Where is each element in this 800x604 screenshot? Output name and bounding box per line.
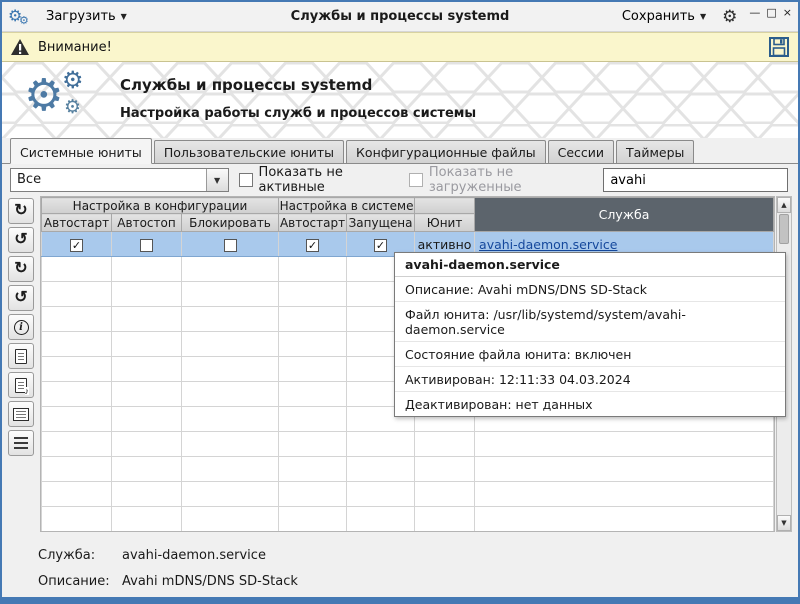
dependencies-list-icon	[14, 437, 28, 449]
window-controls: — □ ×	[749, 7, 792, 18]
status-bar: Служба: avahi-daemon.service Описание: A…	[2, 532, 798, 594]
app-gears-icon: ⚙ ⚙	[8, 6, 32, 28]
column-header-unit[interactable]: Юнит	[415, 214, 475, 232]
table-row[interactable]	[42, 457, 774, 482]
running-checkbox[interactable]: ✓	[374, 239, 387, 252]
chevron-down-icon: ▼	[121, 12, 127, 21]
page-subtitle: Настройка работы служб и процессов систе…	[120, 106, 476, 121]
scroll-up-button[interactable]: ▲	[777, 197, 791, 213]
load-menu-label: Загрузить	[46, 9, 116, 24]
group-header-config: Настройка в конфигурации	[42, 198, 279, 214]
tooltip-unit-file: Файл юнита: /usr/lib/systemd/system/avah…	[395, 302, 785, 342]
titlebar: ⚙ ⚙ Загрузить ▼ Службы и процессы system…	[2, 2, 798, 32]
refresh-button[interactable]: ↻	[8, 198, 34, 224]
status-service-label: Служба:	[38, 548, 122, 563]
tab-sessions[interactable]: Сессии	[548, 140, 614, 163]
unit-filter-combobox[interactable]: Все ▼	[10, 168, 229, 192]
tab-system-units[interactable]: Системные юниты	[10, 138, 152, 164]
service-link[interactable]: avahi-daemon.service	[479, 237, 617, 252]
settings-gear-icon[interactable]: ⚙	[722, 7, 737, 27]
restart-unit-button[interactable]: ↻	[8, 256, 34, 282]
group-header-system: Настройка в системе	[279, 198, 415, 214]
combobox-value: Все	[11, 169, 206, 191]
column-header-autostart-system[interactable]: Автостарт	[279, 214, 347, 232]
tooltip-description: Описание: Avahi mDNS/DNS SD-Stack	[395, 277, 785, 302]
tooltip-deactivated: Деактивирован: нет данных	[395, 392, 785, 416]
tooltip-title: avahi-daemon.service	[395, 253, 785, 277]
status-description-label: Описание:	[38, 574, 122, 589]
log-icon	[13, 408, 29, 421]
chevron-down-icon[interactable]: ▼	[206, 169, 228, 191]
warning-label: Внимание!	[38, 40, 112, 55]
minimize-button[interactable]: —	[749, 7, 760, 18]
tab-timers[interactable]: Таймеры	[616, 140, 694, 163]
table-row[interactable]	[42, 482, 774, 507]
restart-unit-icon: ↻	[14, 261, 27, 277]
tooltip-unit-file-state: Состояние файла юнита: включен	[395, 342, 785, 367]
column-header-autostop[interactable]: Автостоп	[112, 214, 182, 232]
journal-icon: ♪	[15, 378, 27, 393]
reload-daemon-icon: ↺	[14, 232, 27, 248]
app-window: ⚙ ⚙ Загрузить ▼ Службы и процессы system…	[0, 0, 800, 604]
log-button[interactable]	[8, 401, 34, 427]
undo-icon: ↺	[14, 290, 27, 306]
tab-bar: Системные юниты Пользовательские юниты К…	[2, 138, 798, 164]
tab-user-units[interactable]: Пользовательские юниты	[154, 140, 344, 163]
refresh-icon: ↻	[14, 203, 27, 219]
reload-daemon-button[interactable]: ↺	[8, 227, 34, 253]
scroll-down-button[interactable]: ▼	[777, 515, 791, 531]
filter-bar: Все ▼ Показать не активные Показать не з…	[2, 164, 798, 196]
column-header-running[interactable]: Запущена	[347, 214, 415, 232]
save-file-icon[interactable]	[768, 36, 790, 58]
autostart-config-checkbox[interactable]: ✓	[70, 239, 83, 252]
window-title: Службы и процессы systemd	[238, 9, 562, 24]
column-header-block[interactable]: Блокировать	[182, 214, 279, 232]
column-header-autostart-config[interactable]: Автостарт	[42, 214, 112, 232]
unit-file-button[interactable]	[8, 343, 34, 369]
checkbox-box[interactable]	[239, 173, 253, 187]
journal-button[interactable]: ♪	[8, 372, 34, 398]
table-row[interactable]	[42, 507, 774, 532]
table-row[interactable]	[42, 432, 774, 457]
save-menu-label: Сохранить	[622, 9, 695, 24]
chevron-down-icon: ▼	[700, 12, 706, 21]
maximize-button[interactable]: □	[766, 7, 776, 18]
tooltip-activated: Активирован: 12:11:33 04.03.2024	[395, 367, 785, 392]
unit-tooltip: avahi-daemon.service Описание: Avahi mDN…	[394, 252, 786, 417]
undo-button[interactable]: ↺	[8, 285, 34, 311]
close-button[interactable]: ×	[783, 7, 792, 18]
group-header-empty	[415, 198, 475, 214]
save-menu-button[interactable]: Сохранить ▼	[614, 6, 714, 27]
info-icon: i	[14, 320, 29, 335]
load-menu-button[interactable]: Загрузить ▼	[38, 6, 135, 27]
show-inactive-checkbox[interactable]: Показать не активные	[239, 165, 399, 195]
warning-triangle-icon	[10, 38, 30, 56]
search-input[interactable]	[603, 168, 788, 192]
dependencies-button[interactable]	[8, 430, 34, 456]
warning-bar: Внимание!	[2, 32, 798, 62]
tab-config-files[interactable]: Конфигурационные файлы	[346, 140, 546, 163]
app-logo-gears-icon: ⚙ ⚙ ⚙	[24, 70, 104, 132]
main-area: ↻ ↺ ↻ ↺ i ♪ Настройка в конфигурации Нас…	[2, 196, 798, 532]
autostop-checkbox[interactable]	[140, 239, 153, 252]
unit-info-button[interactable]: i	[8, 314, 34, 340]
page-title: Службы и процессы systemd	[120, 76, 476, 94]
status-description-value: Avahi mDNS/DNS SD-Stack	[122, 574, 298, 589]
checkbox-box[interactable]	[409, 173, 423, 187]
unit-actions-toolbar: ↻ ↺ ↻ ↺ i ♪	[8, 196, 40, 532]
page-header: ⚙ ⚙ ⚙ Службы и процессы systemd Настройк…	[2, 62, 798, 138]
column-header-service[interactable]: Служба	[475, 198, 774, 232]
block-checkbox[interactable]	[224, 239, 237, 252]
autostart-system-checkbox[interactable]: ✓	[306, 239, 319, 252]
show-unloaded-checkbox[interactable]: Показать не загруженные	[409, 165, 593, 195]
scrollbar-thumb[interactable]	[779, 214, 789, 244]
unit-file-icon	[15, 349, 27, 364]
status-service-value: avahi-daemon.service	[122, 548, 266, 563]
